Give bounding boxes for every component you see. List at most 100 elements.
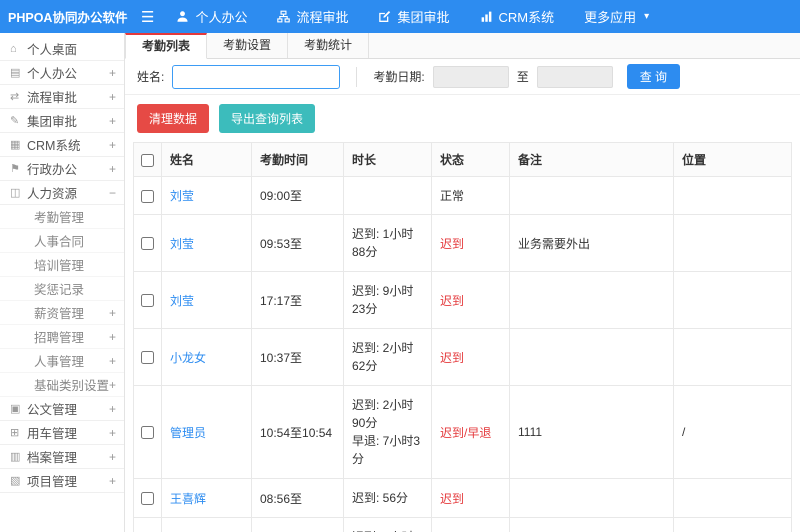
expand-indicator[interactable]: + <box>109 162 116 176</box>
sidebar-item[interactable]: 基础类别设置 + <box>0 373 124 397</box>
employee-name-link[interactable]: 刘莹 <box>170 237 194 251</box>
employee-name-link[interactable]: 刘莹 <box>170 189 194 203</box>
attendance-time-cell: 09:53至 <box>251 214 344 272</box>
nav-more-apps[interactable]: 更多应用 ▾ <box>584 7 649 26</box>
name-input[interactable] <box>172 64 341 89</box>
nav-group-approval[interactable]: 集团审批 <box>378 7 450 26</box>
row-checkbox[interactable] <box>141 237 154 251</box>
query-button[interactable]: 查 询 <box>626 64 681 89</box>
tab-bar: 考勤列表 考勤设置 考勤统计 <box>125 33 800 59</box>
attendance-time-cell: 17:17至 <box>251 271 344 329</box>
select-all-checkbox[interactable] <box>141 153 154 167</box>
expand-indicator[interactable]: + <box>109 450 116 464</box>
edit-icon <box>378 10 391 23</box>
sidebar-item[interactable]: ⌂ 个人桌面 <box>0 37 124 61</box>
expand-indicator[interactable]: + <box>109 402 116 416</box>
top-nav: 个人办公 流程审批 集团审批 CRM系统 更多应用 ▾ <box>176 7 649 26</box>
attendance-time-cell: 08:56至 <box>251 478 344 518</box>
top-bar: PHPOA协同办公软件 ☰ 个人办公 流程审批 集团审批 CRM系统 更多应用 … <box>0 0 800 33</box>
nav-workflow-approval[interactable]: 流程审批 <box>277 7 348 26</box>
row-checkbox[interactable] <box>141 492 154 506</box>
employee-name-link[interactable]: 刘莹 <box>170 294 194 308</box>
sidebar-item[interactable]: 招聘管理 + <box>0 325 124 349</box>
sidebar-item-label: 人力资源 <box>27 187 78 201</box>
tab-attendance-list[interactable]: 考勤列表 <box>125 33 208 59</box>
nav-crm-system[interactable]: CRM系统 <box>480 7 554 26</box>
expand-indicator[interactable]: + <box>109 138 116 152</box>
row-checkbox[interactable] <box>141 189 154 203</box>
table-container: 姓名 考勤时间 时长 状态 备注 位置 刘莹 09:00至 正常 刘莹 09:5… <box>125 142 800 532</box>
row-checkbox[interactable] <box>141 294 154 308</box>
group-approval-icon: ✎ <box>10 115 20 127</box>
clean-data-button[interactable]: 清理数据 <box>137 104 210 133</box>
sidebar-item-label: 流程审批 <box>27 91 78 105</box>
expand-indicator[interactable]: + <box>109 378 116 392</box>
sidebar-item[interactable]: 人事合同 <box>0 229 124 253</box>
attendance-time-cell: 10:54至10:54 <box>251 385 344 479</box>
employee-name-link[interactable]: 王喜辉 <box>170 492 206 506</box>
sidebar-item-label: 薪资管理 <box>34 307 85 321</box>
tab-attendance-statistics[interactable]: 考勤统计 <box>288 33 370 58</box>
duration-cell: 迟到: 2小时62分 <box>343 328 432 386</box>
nav-personal-office[interactable]: 个人办公 <box>176 7 247 26</box>
sidebar-item-label: 用车管理 <box>27 427 78 441</box>
sidebar-item[interactable]: ▦ CRM系统 + <box>0 133 124 157</box>
nav-label: 集团审批 <box>397 10 450 25</box>
expand-indicator[interactable]: − <box>109 186 116 200</box>
workflow-icon: ⇄ <box>10 91 20 103</box>
sidebar-item[interactable]: ⇄ 流程审批 + <box>0 85 124 109</box>
note-cell: 业务需要外出 <box>509 214 674 272</box>
sidebar-item[interactable]: ▤ 个人办公 + <box>0 61 124 85</box>
location-cell <box>673 478 792 518</box>
sidebar-item-label: 公文管理 <box>27 403 78 417</box>
sidebar-item[interactable]: 薪资管理 + <box>0 301 124 325</box>
employee-name-link[interactable]: 管理员 <box>170 426 206 440</box>
sidebar-item[interactable]: ⚑ 行政办公 + <box>0 157 124 181</box>
export-list-button[interactable]: 导出查询列表 <box>219 104 316 133</box>
location-cell <box>673 176 792 215</box>
sidebar-item[interactable]: ◫ 人力资源 − <box>0 181 124 205</box>
tab-attendance-settings[interactable]: 考勤设置 <box>207 33 289 58</box>
note-cell <box>509 176 674 215</box>
action-buttons: 清理数据 导出查询列表 <box>125 95 800 142</box>
sidebar-item-label: CRM系统 <box>27 139 81 153</box>
caret-down-icon: ▾ <box>644 11 650 22</box>
table-header-row: 姓名 考勤时间 时长 状态 备注 位置 <box>133 142 792 177</box>
date-from-input[interactable] <box>432 65 509 88</box>
sidebar-item[interactable]: ✎ 集团审批 + <box>0 109 124 133</box>
expand-indicator[interactable]: + <box>109 114 116 128</box>
menu-toggle-icon[interactable]: ☰ <box>141 8 154 26</box>
sidebar-item[interactable]: 培训管理 <box>0 253 124 277</box>
sidebar-item[interactable]: 人事管理 + <box>0 349 124 373</box>
expand-indicator[interactable]: + <box>109 426 116 440</box>
sidebar-item[interactable]: ▥ 档案管理 + <box>0 445 124 469</box>
column-header-note: 备注 <box>509 142 674 177</box>
expand-indicator[interactable]: + <box>109 474 116 488</box>
app-window: PHPOA协同办公软件 ☰ 个人办公 流程审批 集团审批 CRM系统 更多应用 … <box>0 0 800 532</box>
duration-cell: 迟到: 2小时90分 早退: 7小时3分 <box>343 385 432 479</box>
expand-indicator[interactable]: + <box>109 306 116 320</box>
table-body: 刘莹 09:00至 正常 刘莹 09:53至 迟到: 1小时88分 迟到 业务需… <box>133 176 792 532</box>
sidebar-item-label: 项目管理 <box>27 475 78 489</box>
expand-indicator[interactable]: + <box>109 354 116 368</box>
sidebar: ⌂ 个人桌面 ▤ 个人办公 + ⇄ 流程审批 + ✎ 集团审批 + ▦ CRM系… <box>0 33 125 532</box>
sidebar-item[interactable]: 考勤管理 <box>0 205 124 229</box>
note-cell <box>509 328 674 386</box>
date-to-input[interactable] <box>536 65 613 88</box>
sidebar-item[interactable]: 奖惩记录 <box>0 277 124 301</box>
sidebar-item[interactable]: ▧ 项目管理 + <box>0 469 124 493</box>
expand-indicator[interactable]: + <box>109 330 116 344</box>
user-icon <box>176 10 189 23</box>
location-cell <box>673 214 792 272</box>
status-cell: 迟到/早退 <box>431 517 510 532</box>
sidebar-item[interactable]: ▣ 公文管理 + <box>0 397 124 421</box>
sidebar-item[interactable]: ⊞ 用车管理 + <box>0 421 124 445</box>
employee-name-link[interactable]: 小龙女 <box>170 351 206 365</box>
table-row: 黄莺 13:20至13:20 迟到: 5小时33分 早退: 4小时67分 迟到/… <box>133 517 792 532</box>
expand-indicator[interactable]: + <box>109 66 116 80</box>
status-cell: 迟到/早退 <box>431 385 510 479</box>
expand-indicator[interactable]: + <box>109 90 116 104</box>
row-checkbox[interactable] <box>141 351 154 365</box>
table-row: 刘莹 09:53至 迟到: 1小时88分 迟到 业务需要外出 <box>133 214 792 272</box>
row-checkbox[interactable] <box>141 426 154 440</box>
